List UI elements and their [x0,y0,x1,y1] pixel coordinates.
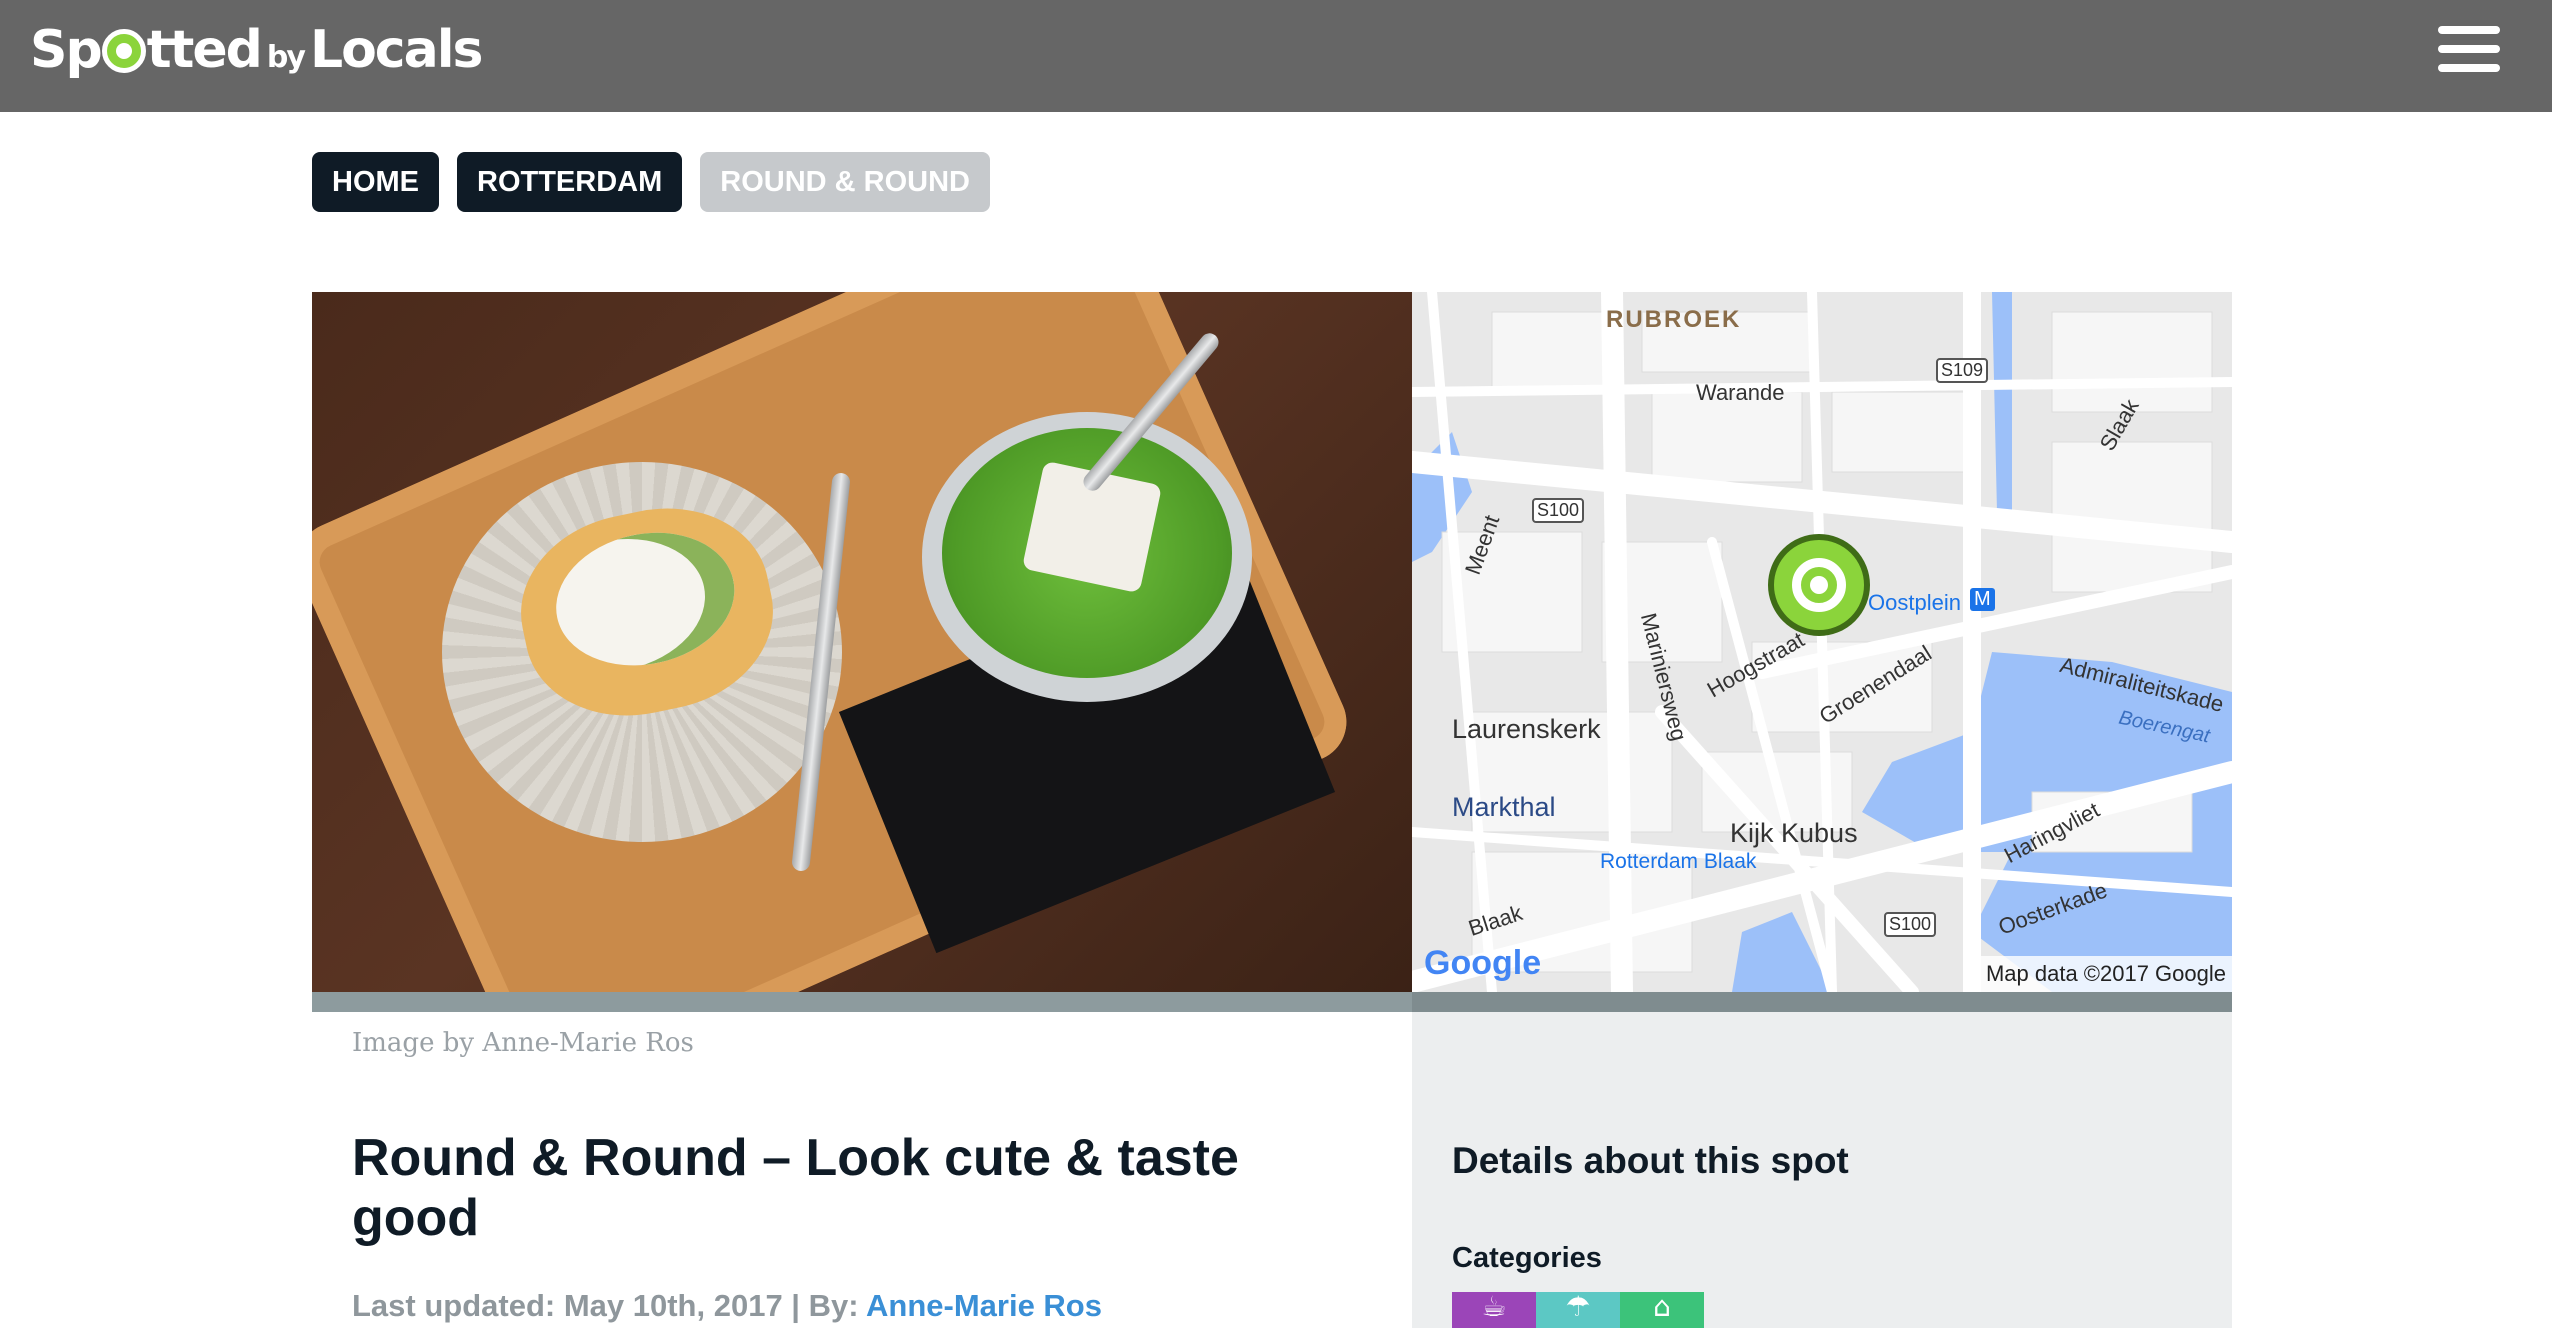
photo-divider-bar [312,992,1412,1012]
google-logo-text: Google [1424,944,1542,982]
map-label-rotterdam-blaak: Rotterdam Blaak [1600,850,1757,873]
breadcrumb-home[interactable]: HOME [312,152,439,212]
spot-location-pin-icon[interactable] [1768,534,1870,636]
map-label-s100-south: S100 [1884,912,1937,937]
breadcrumb-current-spot: ROUND & ROUND [700,152,990,212]
shop-icon[interactable]: ⌂ [1620,1292,1704,1328]
logo-text-by: by [266,40,306,75]
logo-text-part-1: Sp [30,20,103,80]
categories-label: Categories [1452,1242,1602,1274]
details-heading: Details about this spot [1452,1140,1849,1181]
map-label-oostplein: Oostplein [1868,590,1961,615]
map-label-s100-north: S100 [1532,498,1585,523]
map-label-kijk-kubus: Kijk Kubus [1730,818,1858,848]
breadcrumb-rotterdam[interactable]: ROTTERDAM [457,152,683,212]
logo-pin-icon [101,29,146,73]
google-logo[interactable]: Google [1424,944,1541,983]
map-label-rubroek: RUBROEK [1606,306,1742,333]
logo-text-part-3: Locals [309,20,484,80]
image-credit: Image by Anne-Marie Ros [352,1028,694,1058]
category-list: ☕ ☂ ⌂ [1452,1292,1704,1328]
article-meta: Last updated: May 10th, 2017 | By: Anne-… [352,1288,1102,1324]
hero-section: RUBROEK Warande S109 Slaak S100 Meent Oo… [312,292,2232,992]
umbrella-icon[interactable]: ☂ [1536,1292,1620,1328]
location-map[interactable]: RUBROEK Warande S109 Slaak S100 Meent Oo… [1412,292,2232,992]
map-divider-bar [1412,992,2232,1012]
last-updated-text: Last updated: May 10th, 2017 | By: [352,1288,866,1323]
logo-text-part-2: tted [146,20,263,80]
map-label-s109: S109 [1936,358,1989,383]
map-metro-icon: M [1970,588,1995,611]
hamburger-menu-icon[interactable] [2438,26,2500,72]
map-label-markthal: Markthal [1452,792,1556,822]
breadcrumb: HOME ROTTERDAM ROUND & ROUND [312,152,990,212]
map-streets [1412,292,2232,992]
map-label-laurenskerk: Laurenskerk [1452,714,1601,744]
spot-details-panel: Details about this spot Categories ☕ ☂ ⌂ [1412,1012,2232,1328]
map-label-warande: Warande [1696,380,1785,405]
article-title: Round & Round – Look cute & taste good [352,1129,1239,1247]
map-attribution[interactable]: Map data ©2017 Google [1979,956,2232,992]
author-link[interactable]: Anne-Marie Ros [866,1288,1102,1323]
top-navigation-bar: Sp tted by Locals [0,0,2552,112]
spotted-by-locals-logo[interactable]: Sp tted by Locals [30,20,484,82]
coffee-icon[interactable]: ☕ [1452,1292,1536,1328]
spot-photo [312,292,1412,992]
